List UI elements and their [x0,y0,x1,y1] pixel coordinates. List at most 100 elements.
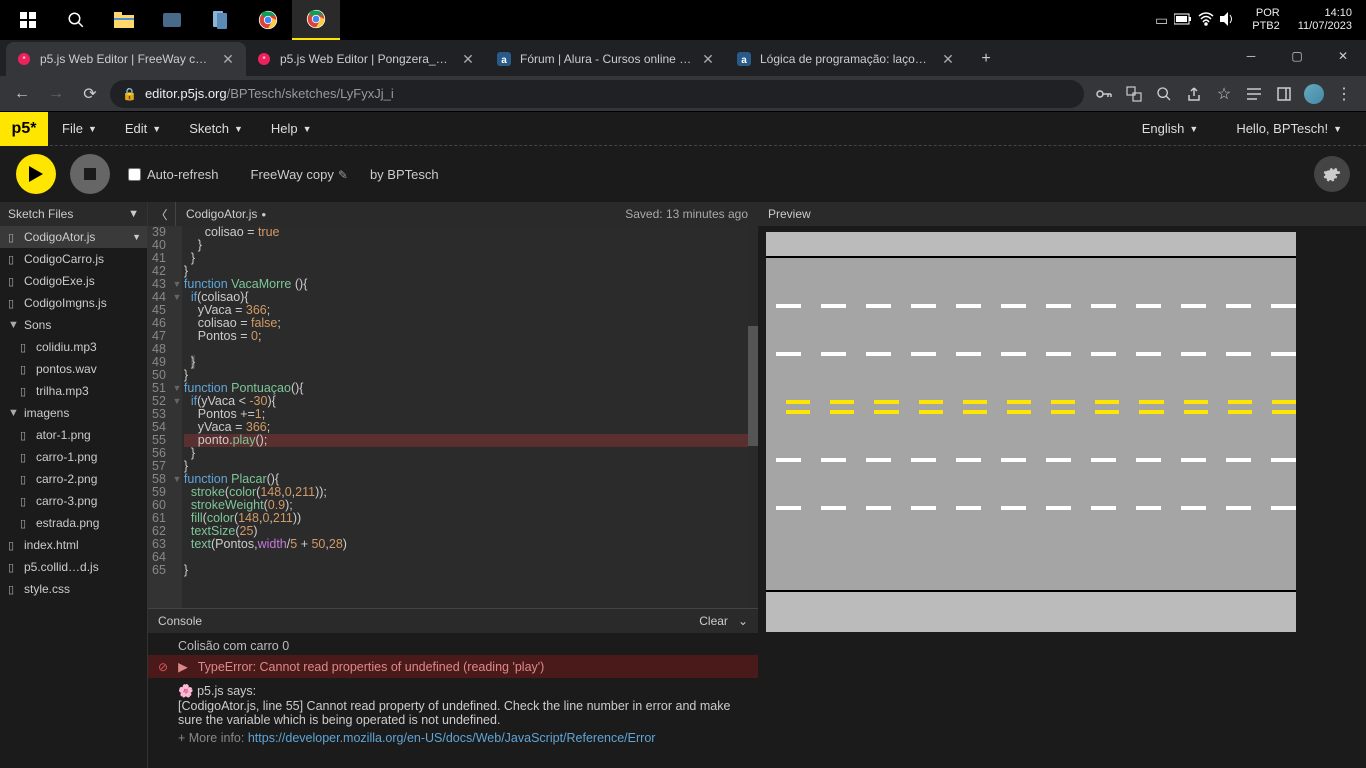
help-menu[interactable]: Help▼ [257,112,326,146]
back-button[interactable]: ← [8,80,36,108]
reload-button[interactable]: ⟳ [76,80,104,108]
sidebar-file-item[interactable]: ▯trilha.mp3 [0,380,147,402]
sidebar-file-item[interactable]: ▯ carro-1.png [0,446,147,468]
clear-console-button[interactable]: Clear [699,614,728,628]
file-icon: ▯ [8,275,20,288]
reading-list-icon[interactable] [1240,80,1268,108]
code-editor[interactable]: 3940414243444546474849505152535455565758… [148,226,758,608]
caret-down-icon: ▼ [234,124,243,134]
address-bar[interactable]: 🔒 editor.p5js.org/BPTesch/sketches/LyFyx… [110,80,1084,108]
sidebar-file-item[interactable]: ▯estrada.png [0,512,147,534]
battery-icon[interactable] [1174,12,1192,28]
file-icon: ▯ [20,451,32,464]
taskbar-clock[interactable]: 14:10 11/07/2023 [1290,7,1360,33]
play-button[interactable] [16,154,56,194]
profile-avatar[interactable] [1300,80,1328,108]
side-panel-icon[interactable] [1270,80,1298,108]
start-button[interactable] [4,0,52,40]
new-tab-button[interactable]: + [972,45,1000,73]
settings-gear-button[interactable] [1314,156,1350,192]
file-name: carro-2.png [36,472,97,486]
file-explorer-icon[interactable] [100,0,148,40]
bookmark-star-icon[interactable]: ☆ [1210,80,1238,108]
collapse-console-icon[interactable]: ⌄ [738,614,748,628]
file-name: CodigoAtor.js [24,230,95,244]
file-name: pontos.wav [36,362,97,376]
p5-logo[interactable]: p5* [0,112,48,146]
preview-canvas-wrap [758,226,1366,768]
browser-tab-1[interactable]: *p5.js Web Editor | Pongzera_Expe✕ [246,42,486,76]
console-body[interactable]: Colisão com carro 0 ⊘ ▶ TypeError: Canno… [148,633,758,768]
caret-down-icon: ▼ [1333,124,1342,134]
file-menu[interactable]: File▼ [48,112,111,146]
sidebar-header[interactable]: Sketch Files ▼ [0,202,147,226]
close-tab-icon[interactable]: ✕ [220,51,236,67]
sidebar-file-item[interactable]: ▯CodigoImgns.js [0,292,147,314]
system-tray[interactable]: ▭ [1149,12,1242,29]
edit-menu[interactable]: Edit▼ [111,112,175,146]
svg-text:*: * [22,55,25,64]
tab-strip: *p5.js Web Editor | FreeWay copy✕*p5.js … [0,40,1366,76]
sidebar-file-item[interactable]: ▯style.css [0,578,147,600]
collapse-sidebar-button[interactable]: 〈 [148,202,176,226]
preview-header: Preview [758,202,1366,226]
saved-status: Saved: 13 minutes ago [625,207,748,221]
tray-icon-1[interactable]: ▭ [1155,12,1168,29]
sketch-name[interactable]: FreeWay copy✎ [251,167,348,182]
pencil-icon[interactable]: ✎ [338,168,348,182]
sidebar-file-item[interactable]: ▼Sons [0,314,147,336]
taskbar-lang[interactable]: POR PTB2 [1244,7,1288,33]
stop-button[interactable] [70,154,110,194]
tab-title: Lógica de programação: laços e l [760,52,932,66]
share-icon[interactable] [1180,80,1208,108]
chrome-menu-icon[interactable]: ⋮ [1330,80,1358,108]
maximize-button[interactable]: ▢ [1274,40,1320,72]
chrome-active-icon[interactable] [292,0,340,40]
close-window-button[interactable]: ✕ [1320,40,1366,72]
close-tab-icon[interactable]: ✕ [700,51,716,67]
password-key-icon[interactable] [1090,80,1118,108]
browser-tab-2[interactable]: aFórum | Alura - Cursos online de✕ [486,42,726,76]
browser-tab-0[interactable]: *p5.js Web Editor | FreeWay copy✕ [6,42,246,76]
file-name: p5.collid…d.js [24,560,99,574]
sidebar-file-item[interactable]: ▯colidiu.mp3 [0,336,147,358]
auto-refresh-toggle[interactable]: Auto-refresh [128,167,219,182]
volume-icon[interactable] [1220,12,1236,29]
sidebar-file-item[interactable]: ▼imagens [0,402,147,424]
sketch-menu[interactable]: Sketch▼ [175,112,257,146]
taskbar-app-1[interactable] [148,0,196,40]
sidebar-file-item[interactable]: ▯ator-1.png [0,424,147,446]
more-info-link[interactable]: https://developer.mozilla.org/en-US/docs… [248,731,656,745]
account-menu[interactable]: Hello, BPTesch!▼ [1222,112,1356,146]
wifi-icon[interactable] [1198,12,1214,29]
file-name: carro-1.png [36,450,97,464]
translate-icon[interactable] [1120,80,1148,108]
sidebar-file-item[interactable]: ▯index.html [0,534,147,556]
close-tab-icon[interactable]: ✕ [940,51,956,67]
browser-tab-3[interactable]: aLógica de programação: laços e l✕ [726,42,966,76]
taskbar-app-2[interactable] [196,0,244,40]
language-menu[interactable]: English▼ [1128,112,1213,146]
sidebar-file-item[interactable]: ▯pontos.wav [0,358,147,380]
auto-refresh-checkbox[interactable] [128,168,141,181]
close-tab-icon[interactable]: ✕ [460,51,476,67]
minimize-button[interactable]: ─ [1228,40,1274,72]
file-tab-active[interactable]: CodigoAtor.js● [176,202,276,226]
sidebar-file-item[interactable]: ▯CodigoCarro.js [0,248,147,270]
file-icon: ▯ [8,539,20,552]
sidebar-file-item[interactable]: ▯carro-2.png [0,468,147,490]
sidebar-file-item[interactable]: ▯carro-3.png [0,490,147,512]
file-tab-row: 〈 CodigoAtor.js● Saved: 13 minutes ago [148,202,758,226]
editor-scrollbar[interactable] [748,226,758,608]
zoom-icon[interactable] [1150,80,1178,108]
search-icon[interactable] [52,0,100,40]
file-sidebar: Sketch Files ▼ ▯ CodigoAtor.js ▼ ▯CodigoCar… [0,202,148,768]
chrome-icon[interactable] [244,0,292,40]
file-name: CodigoExe.js [24,274,95,288]
sidebar-file-item[interactable]: ▯p5.collid…d.js [0,556,147,578]
sidebar-file-item[interactable]: ▯CodigoAtor.js▼ [0,226,147,248]
folder-open-icon: ▼ [8,319,20,331]
caret-down-icon[interactable]: ▼ [132,232,147,242]
expand-icon[interactable]: ▶ [178,659,188,674]
sidebar-file-item[interactable]: ▯ CodigoExe.js [0,270,147,292]
